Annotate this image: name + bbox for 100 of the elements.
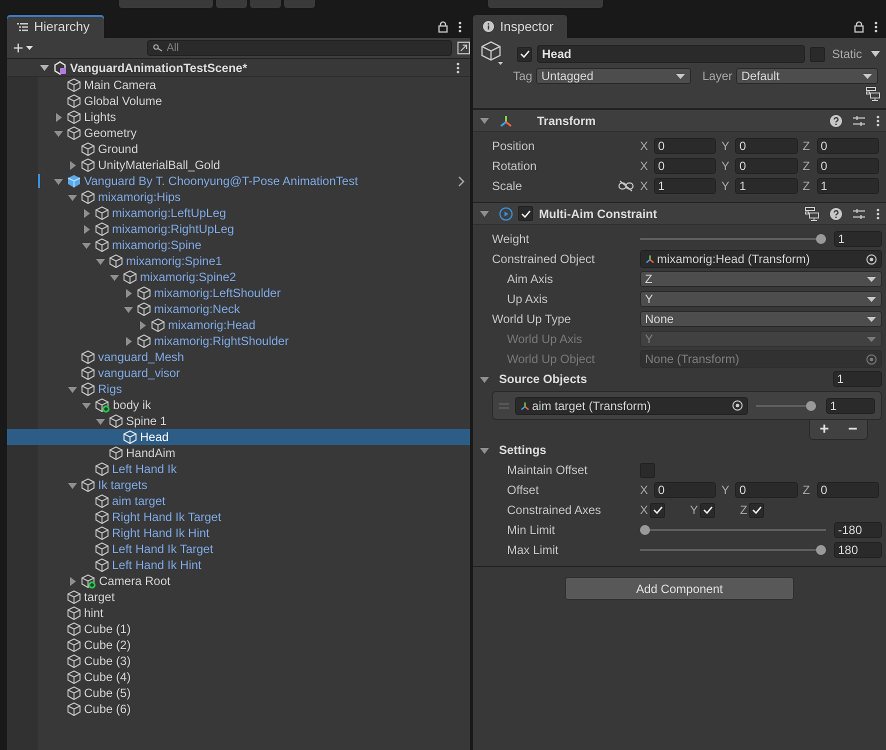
foldout-arrow-icon[interactable]: [124, 304, 133, 314]
foldout-arrow-icon[interactable]: [68, 480, 77, 490]
help-icon[interactable]: [830, 208, 842, 220]
name-field[interactable]: Head: [537, 45, 805, 63]
hierarchy-item[interactable]: Right Hand Ik Hint: [7, 525, 470, 541]
scene-header[interactable]: VanguardAnimationTestScene*: [7, 59, 470, 77]
number-field[interactable]: 0: [735, 138, 798, 154]
hierarchy-item[interactable]: vanguard_visor: [7, 365, 470, 381]
foldout-arrow-icon[interactable]: [480, 116, 489, 125]
component-header[interactable]: Transform: [473, 109, 886, 132]
foldout-arrow-icon[interactable]: [480, 446, 489, 454]
hierarchy-item[interactable]: Spine 1: [7, 413, 470, 429]
hierarchy-item[interactable]: mixamorig:LeftShoulder: [7, 285, 470, 301]
hierarchy-item[interactable]: Cube (6): [7, 701, 470, 717]
hierarchy-tab[interactable]: Hierarchy: [7, 15, 104, 38]
active-checkbox[interactable]: [517, 46, 532, 62]
hierarchy-item[interactable]: mixamorig:Hips: [7, 189, 470, 205]
number-field[interactable]: 0: [816, 482, 879, 498]
number-field[interactable]: 180: [834, 542, 882, 558]
dropdown[interactable]: None: [640, 311, 882, 327]
foldout-arrow-icon[interactable]: [54, 128, 63, 138]
number-field[interactable]: 1: [735, 178, 798, 194]
hierarchy-item[interactable]: Cube (5): [7, 685, 470, 701]
checkbox[interactable]: [749, 502, 764, 518]
hierarchy-item[interactable]: mixamorig:Spine2: [7, 269, 470, 285]
scene-view-icon[interactable]: [456, 41, 470, 55]
hierarchy-item[interactable]: mixamorig:LeftUpLeg: [7, 205, 470, 221]
hierarchy-item[interactable]: Cube (4): [7, 669, 470, 685]
inspector-tab[interactable]: Inspector: [473, 15, 568, 38]
presets-icon[interactable]: [853, 114, 865, 126]
number-field[interactable]: 1: [654, 178, 716, 194]
foldout-arrow-icon[interactable]: [124, 336, 133, 346]
slider-thumb[interactable]: [640, 525, 650, 535]
foldout-arrow-icon[interactable]: [480, 209, 489, 218]
foldout-arrow-icon[interactable]: [68, 192, 77, 202]
overrides-icon[interactable]: [805, 206, 819, 220]
dropdown[interactable]: Y: [640, 291, 882, 307]
remove-button[interactable]: −: [848, 422, 858, 438]
overrides-icon[interactable]: [866, 87, 880, 101]
slider-thumb[interactable]: [816, 545, 826, 555]
layer-dropdown[interactable]: Default: [736, 68, 878, 84]
object-picker-icon[interactable]: [732, 400, 743, 411]
hierarchy-item[interactable]: vanguard_Mesh: [7, 349, 470, 365]
checkbox[interactable]: [700, 502, 716, 518]
number-field[interactable]: 0: [654, 482, 716, 498]
hierarchy-item[interactable]: Left Hand Ik Target: [7, 541, 470, 557]
dropdown[interactable]: Z: [640, 271, 882, 287]
object-field[interactable]: aim target (Transform): [515, 396, 748, 414]
help-icon[interactable]: [830, 114, 842, 126]
caret-icon[interactable]: [871, 51, 880, 57]
cube-icon[interactable]: [480, 41, 504, 67]
hierarchy-item[interactable]: Lights: [7, 109, 470, 125]
foldout-arrow-icon[interactable]: [54, 176, 63, 186]
number-field[interactable]: 1: [816, 178, 879, 194]
object-picker-icon[interactable]: [866, 254, 877, 264]
caret-icon[interactable]: [26, 46, 33, 50]
unlink-icon[interactable]: [618, 180, 634, 192]
add-button[interactable]: +: [820, 422, 829, 438]
hierarchy-item[interactable]: HandAim: [7, 445, 470, 461]
number-field[interactable]: 0: [735, 482, 798, 498]
foldout-arrow-icon[interactable]: [82, 208, 91, 218]
slider-thumb[interactable]: [816, 234, 826, 244]
drag-handle-icon[interactable]: [499, 402, 509, 408]
foldout-arrow-icon[interactable]: [480, 374, 489, 384]
foldout-arrow-icon[interactable]: [82, 400, 91, 410]
foldout-arrow-icon[interactable]: [54, 112, 63, 122]
foldout-arrow-icon[interactable]: [110, 272, 119, 282]
hierarchy-item[interactable]: aim target: [7, 493, 470, 509]
add-component-button[interactable]: Add Component: [565, 577, 794, 600]
chevron-right-icon[interactable]: [458, 176, 465, 186]
kebab-menu-icon[interactable]: [456, 62, 460, 74]
kebab-menu-icon[interactable]: [876, 114, 880, 126]
hierarchy-item[interactable]: UnityMaterialBall_Gold: [7, 157, 470, 173]
hierarchy-item[interactable]: Left Hand Ik Hint: [7, 557, 470, 573]
hierarchy-item[interactable]: Camera Root: [7, 573, 470, 589]
foldout-arrow-icon[interactable]: [138, 320, 147, 330]
hierarchy-item[interactable]: target: [7, 589, 470, 605]
hierarchy-item[interactable]: Rigs: [7, 381, 470, 397]
number-field[interactable]: 0: [816, 158, 879, 174]
hierarchy-item[interactable]: Main Camera: [7, 77, 470, 93]
hierarchy-item[interactable]: body ik: [7, 397, 470, 413]
hierarchy-item[interactable]: hint: [7, 605, 470, 621]
object-field[interactable]: mixamorig:Head (Transform): [640, 250, 882, 268]
kebab-menu-icon[interactable]: [458, 20, 462, 32]
foldout-arrow-icon[interactable]: [96, 256, 105, 266]
enabled-checkbox[interactable]: [518, 206, 533, 221]
checkbox[interactable]: [650, 502, 666, 518]
create-dropdown-button[interactable]: +: [7, 39, 42, 57]
number-field[interactable]: -180: [834, 522, 882, 538]
hierarchy-item[interactable]: Global Volume: [7, 93, 470, 109]
hierarchy-item[interactable]: mixamorig:Neck: [7, 301, 470, 317]
kebab-menu-icon[interactable]: [876, 208, 880, 220]
lock-icon[interactable]: [854, 20, 864, 32]
slider-thumb[interactable]: [806, 400, 816, 410]
hierarchy-item[interactable]: mixamorig:Spine1: [7, 253, 470, 269]
hierarchy-item[interactable]: mixamorig:RightUpLeg: [7, 221, 470, 237]
tag-dropdown[interactable]: Untagged: [536, 68, 692, 84]
static-checkbox[interactable]: [810, 46, 825, 62]
number-field[interactable]: 0: [735, 158, 798, 174]
hierarchy-item[interactable]: Cube (2): [7, 637, 470, 653]
